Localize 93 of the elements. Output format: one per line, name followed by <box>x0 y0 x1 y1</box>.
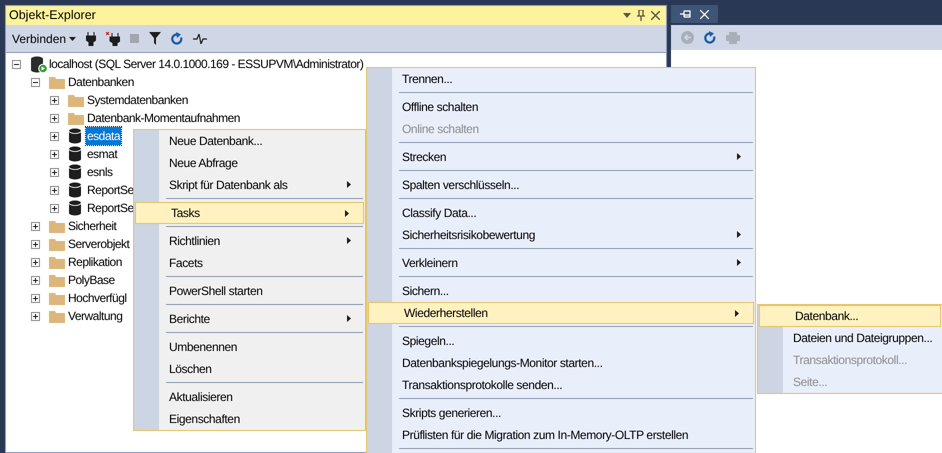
menu-item[interactable]: Wiederherstellen <box>368 302 754 324</box>
folder-icon <box>49 292 65 304</box>
expand-icon[interactable] <box>31 240 40 248</box>
tree-item[interactable]: Datenbanken <box>67 73 135 91</box>
database-icon <box>68 200 82 216</box>
menu-item[interactable]: Tasks <box>135 202 364 224</box>
submenu-arrow-icon <box>345 210 349 217</box>
menu-item[interactable]: Sicherheitsrisikobewertung <box>367 224 755 246</box>
submenu-arrow-icon <box>737 231 741 238</box>
expand-icon[interactable] <box>31 258 40 266</box>
tree-item[interactable]: PolyBase <box>67 271 116 289</box>
menu-item[interactable]: Aktualisieren <box>134 386 365 408</box>
menu-item[interactable]: Berichte <box>134 308 365 330</box>
close-icon[interactable] <box>651 11 660 20</box>
expand-icon[interactable] <box>31 294 40 302</box>
collapse-icon[interactable] <box>12 60 21 68</box>
menu-item[interactable]: Umbenennen <box>134 336 365 358</box>
tree-item[interactable]: Sicherheit <box>67 217 118 235</box>
menu-item[interactable]: Classify Data... <box>367 202 755 224</box>
menu-item[interactable]: Trennen... <box>367 68 755 90</box>
menu-item[interactable]: Spalten verschlüsseln... <box>367 174 755 196</box>
expand-icon[interactable] <box>31 222 40 230</box>
refresh-icon[interactable] <box>171 32 184 45</box>
dropdown-icon[interactable] <box>623 13 631 18</box>
menu-item[interactable]: Strecken <box>367 146 755 168</box>
tree-item[interactable]: ReportSe <box>86 199 135 217</box>
menu-item[interactable]: Neue Datenbank... <box>134 130 365 152</box>
menu-item[interactable]: Neue Abfrage <box>134 152 365 174</box>
expand-icon[interactable] <box>50 186 59 194</box>
menu-item[interactable]: Offline schalten <box>367 96 755 118</box>
tree-item[interactable]: Serverobjekt <box>67 235 130 253</box>
tree-item[interactable]: ReportSe <box>86 181 135 199</box>
menu-item[interactable]: Löschen <box>134 358 365 380</box>
tree-item[interactable]: esmat <box>86 145 118 163</box>
submenu-arrow-icon <box>347 237 351 244</box>
submenu-arrow-icon <box>737 259 741 266</box>
filter-icon[interactable] <box>149 32 162 45</box>
folder-icon <box>49 220 65 232</box>
menu-item[interactable]: Eigenschaften <box>134 408 365 430</box>
menu-item[interactable]: Datenbankspiegelungs-Monitor starten... <box>367 352 755 374</box>
expand-icon[interactable] <box>50 132 59 140</box>
submenu-arrow-icon <box>737 153 741 160</box>
expand-icon[interactable] <box>50 96 59 104</box>
expand-icon[interactable] <box>31 312 40 320</box>
menu-item[interactable]: Datenbank... <box>759 305 941 327</box>
menu-item[interactable]: Dateien und Dateigruppen... <box>758 327 942 349</box>
pin-icon[interactable] <box>637 10 645 21</box>
panel-title: Objekt-Explorer <box>9 7 97 24</box>
folder-icon <box>49 274 65 286</box>
menu-item[interactable]: Richtlinien <box>134 230 365 252</box>
submenu-arrow-icon <box>735 310 739 317</box>
folder-icon <box>68 112 84 124</box>
menu-item[interactable]: Verkleinern <box>367 252 755 274</box>
tree-item[interactable]: Replikation <box>67 253 123 271</box>
activity-icon[interactable] <box>193 34 208 44</box>
database-icon <box>68 128 82 144</box>
expand-icon[interactable] <box>50 150 59 158</box>
menu-item[interactable]: Spiegeln... <box>367 330 755 352</box>
menu-item[interactable]: Sichern... <box>367 280 755 302</box>
menu-item[interactable]: Facets <box>134 252 365 274</box>
folder-icon <box>68 94 84 106</box>
expand-icon[interactable] <box>50 204 59 212</box>
caret-icon <box>69 36 76 40</box>
folder-icon <box>49 76 65 88</box>
menu-item[interactable]: Skripts generieren... <box>367 402 755 424</box>
menu-item[interactable]: PowerShell starten <box>134 280 365 302</box>
server-icon <box>30 56 48 72</box>
plug-disconnect-icon[interactable] <box>106 32 120 46</box>
menu-item[interactable]: Transaktionsprotokolle senden... <box>367 374 755 396</box>
expand-icon[interactable] <box>50 168 59 176</box>
tree-item[interactable]: Systemdatenbanken <box>86 91 189 109</box>
menu-item[interactable]: Prüflisten für die Migration zum In-Memory-OLTP erstellen <box>367 424 755 446</box>
tree-item[interactable]: esdata <box>86 127 122 145</box>
folder-icon <box>49 310 65 322</box>
tree-item[interactable]: Datenbank-Momentaufnahmen <box>86 109 241 127</box>
refresh-icon[interactable] <box>704 31 716 44</box>
expand-icon[interactable] <box>50 114 59 122</box>
database-icon <box>68 164 82 180</box>
database-icon <box>68 146 82 162</box>
database-icon <box>68 182 82 198</box>
tree-item[interactable]: esnls <box>86 163 114 181</box>
collapse-icon[interactable] <box>31 78 40 86</box>
menu-item[interactable]: Skript für Datenbank als <box>134 174 365 196</box>
plug-icon[interactable] <box>86 32 96 46</box>
tree-item[interactable]: Verwaltung <box>67 307 124 325</box>
folder-icon <box>49 256 65 268</box>
connect-button[interactable]: Verbinden <box>12 30 76 48</box>
folder-icon <box>49 238 65 250</box>
tree-item[interactable]: Hochverfügl <box>67 289 128 307</box>
submenu-arrow-icon <box>347 181 351 188</box>
submenu-arrow-icon <box>347 315 351 322</box>
tree-item[interactable]: localhost (SQL Server 14.0.1000.169 - ESSUPVM\Administrator) <box>48 55 364 73</box>
expand-icon[interactable] <box>31 276 40 284</box>
